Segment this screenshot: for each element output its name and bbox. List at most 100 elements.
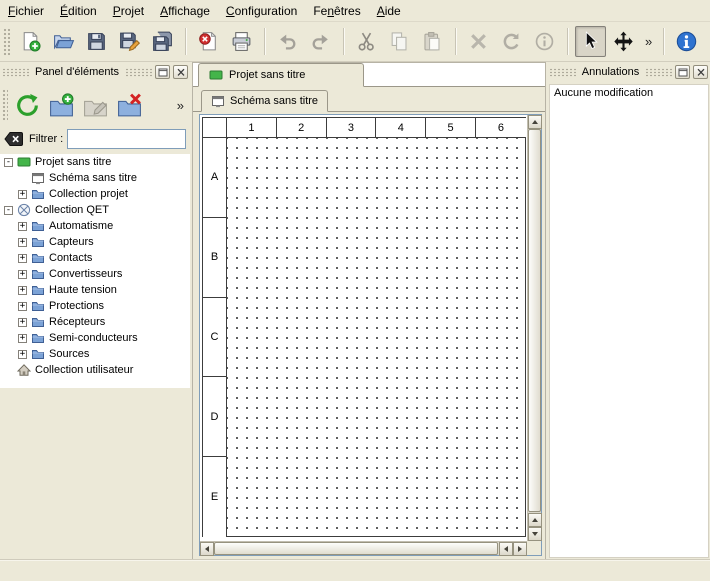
new-document-icon [19, 30, 42, 53]
info-button[interactable] [529, 26, 560, 57]
float-panel-button[interactable] [155, 65, 170, 79]
new-document-button[interactable] [15, 26, 46, 57]
tree-item-projet-sans-titre[interactable]: - Projet sans titre [0, 154, 190, 170]
edit-element-icon [82, 92, 109, 119]
diagram-viewport[interactable]: 123456ABCDE [200, 115, 527, 541]
filter-input[interactable] [67, 129, 186, 149]
horizontal-scroll-thumb[interactable] [214, 542, 498, 555]
tree-item-protections[interactable]: + Protections [0, 298, 190, 314]
scroll-right-button[interactable] [513, 542, 527, 556]
tree-item-collection-projet[interactable]: +Collection projet [0, 186, 190, 202]
tree-item-capteurs[interactable]: +Capteurs [0, 234, 190, 250]
rotate-button[interactable] [496, 26, 527, 57]
undo-root-item[interactable]: Aucune modification [550, 85, 708, 101]
tree-expander[interactable]: + [18, 302, 27, 311]
menu-fichier[interactable]: Fichier [0, 0, 52, 21]
elements-toolbar-handle[interactable] [2, 89, 8, 121]
float-panel-button[interactable] [675, 65, 690, 79]
close-document-button[interactable] [193, 26, 224, 57]
copy-button[interactable] [384, 26, 415, 57]
tree-expander[interactable]: + [18, 238, 27, 247]
undo-button[interactable] [272, 26, 303, 57]
scroll-left-button[interactable] [200, 542, 214, 556]
save-icon [85, 30, 108, 53]
folder-icon [31, 251, 45, 265]
redo-button[interactable] [305, 26, 336, 57]
tree-item-contacts[interactable]: +Contacts [0, 250, 190, 266]
tree-expander[interactable]: + [18, 286, 27, 295]
tree-expander[interactable]: + [18, 222, 27, 231]
tree-item-label: Projet sans titre [35, 156, 111, 168]
print-button[interactable] [226, 26, 257, 57]
filter-label: Filtrer : [29, 133, 63, 145]
menu-fenetres[interactable]: Fenêtres [305, 0, 368, 21]
project-tabbar: Projet sans titre [193, 63, 545, 87]
edit-element-button[interactable] [78, 88, 112, 122]
scroll-left-button-right[interactable] [499, 542, 513, 556]
menu-aide[interactable]: Aide [369, 0, 409, 21]
menu-projet[interactable]: Projet [105, 0, 152, 21]
horizontal-scrollbar[interactable] [200, 541, 527, 555]
undo-panel-titlebar[interactable]: Annulations [549, 64, 708, 80]
elements-toolbar-overflow-button[interactable]: » [177, 98, 184, 113]
tree-expander[interactable]: + [18, 318, 27, 327]
cut-button[interactable] [351, 26, 382, 57]
tree-expander[interactable]: + [18, 190, 27, 199]
tree-expander[interactable]: + [18, 350, 27, 359]
tree-item-sources[interactable]: +Sources [0, 346, 190, 362]
menu-affichage[interactable]: Affichage [152, 0, 218, 21]
tree-item-collection-qet[interactable]: -Collection QET [0, 202, 190, 218]
tree-item-label: Semi-conducteurs [49, 332, 138, 344]
tab-project[interactable]: Projet sans titre [198, 63, 364, 87]
delete-button[interactable] [463, 26, 494, 57]
vertical-scroll-thumb[interactable] [528, 129, 541, 512]
close-panel-button[interactable] [173, 65, 188, 79]
row-header: D [203, 377, 227, 457]
vertical-scrollbar[interactable] [527, 115, 541, 541]
tree-item-label: Récepteurs [49, 316, 105, 328]
tree-item-recepteurs[interactable]: + Récepteurs [0, 314, 190, 330]
tree-item-haute-tension[interactable]: +Haute tension [0, 282, 190, 298]
tree-expander[interactable]: + [18, 254, 27, 263]
new-element-button[interactable] [44, 88, 78, 122]
folder-icon [31, 283, 45, 297]
tree-item-schema-sans-titre[interactable]: Schéma sans titre [0, 170, 190, 186]
tree-item-convertisseurs[interactable]: +Convertisseurs [0, 266, 190, 282]
tree-item-semi-conducteurs[interactable]: + Semi-conducteurs [0, 330, 190, 346]
clear-filter-button[interactable] [3, 130, 25, 148]
move-button[interactable] [608, 26, 639, 57]
close-panel-button[interactable] [693, 65, 708, 79]
paste-button[interactable] [417, 26, 448, 57]
workspace: Projet sans titre Schéma sans titre 1234… [192, 62, 546, 560]
elements-panel-titlebar[interactable]: Panel d'éléments [2, 64, 188, 80]
menu-edition[interactable]: Édition [52, 0, 105, 21]
tree-expander[interactable]: - [4, 158, 13, 167]
tree-item-label: Protections [49, 300, 104, 312]
move-icon [612, 30, 635, 53]
save-as-button[interactable] [114, 26, 145, 57]
tree-expander[interactable]: + [18, 334, 27, 343]
tree-item-collection-utilisateur[interactable]: Collection utilisateur [0, 362, 190, 378]
tree-item-automatisme[interactable]: +Automatisme [0, 218, 190, 234]
scroll-down-button[interactable] [528, 527, 542, 541]
menu-configuration[interactable]: Configuration [218, 0, 305, 21]
scroll-up-button-bottom[interactable] [528, 513, 542, 527]
close-icon [696, 68, 706, 77]
folder-icon [31, 299, 45, 313]
tree-expander[interactable]: + [18, 270, 27, 279]
select-cursor-button[interactable] [575, 26, 606, 57]
diagram-view: 123456ABCDE [199, 114, 542, 556]
scroll-up-button[interactable] [528, 115, 542, 129]
tree-expander[interactable]: - [4, 206, 13, 215]
save-all-button[interactable] [147, 26, 178, 57]
toolbar-separator [343, 28, 344, 55]
info-blue-button[interactable] [671, 26, 702, 57]
save-button[interactable] [81, 26, 112, 57]
tab-schema[interactable]: Schéma sans titre [201, 90, 328, 112]
toolbar-overflow-button[interactable]: » [640, 27, 657, 57]
reload-collections-button[interactable] [10, 88, 44, 122]
toolbar-handle[interactable] [3, 28, 10, 56]
open-button[interactable] [48, 26, 79, 57]
diagram-grid[interactable] [227, 138, 526, 537]
delete-element-button[interactable] [112, 88, 146, 122]
